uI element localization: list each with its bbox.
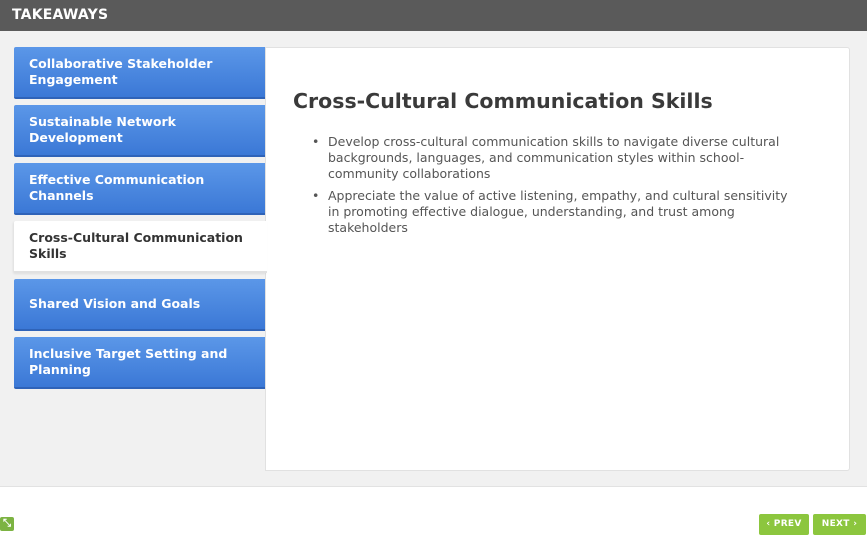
bullet-item: • Appreciate the value of active listeni…	[308, 188, 798, 236]
tab-list: Collaborative Stakeholder Engagement Sus…	[14, 47, 267, 395]
tab-label: Effective Communication Channels	[29, 172, 205, 203]
bullet-item: • Develop cross-cultural communication s…	[308, 134, 798, 182]
tab-label: Cross-Cultural Communication Skills	[29, 230, 243, 261]
bullet-text: Appreciate the value of active listening…	[328, 188, 788, 235]
tab-shared-vision-and-goals[interactable]: Shared Vision and Goals	[14, 279, 265, 331]
bullet-text: Develop cross-cultural communication ski…	[328, 134, 780, 181]
tab-label: Shared Vision and Goals	[29, 296, 201, 311]
page-header: TAKEAWAYS	[0, 0, 867, 31]
tab-sustainable-network-development[interactable]: Sustainable Network Development	[14, 105, 265, 157]
chevron-left-icon: ‹	[766, 519, 771, 529]
prev-button[interactable]: ‹ PREV	[759, 514, 809, 535]
tab-label: Collaborative Stakeholder Engagement	[29, 56, 213, 87]
tab-effective-communication-channels[interactable]: Effective Communication Channels	[14, 163, 265, 215]
bullet-icon: •	[312, 134, 320, 149]
next-label: NEXT	[821, 519, 850, 529]
tab-inclusive-target-setting-and-planning[interactable]: Inclusive Target Setting and Planning	[14, 337, 265, 389]
panel-title: Cross-Cultural Communication Skills	[293, 89, 713, 113]
tab-collaborative-stakeholder-engagement[interactable]: Collaborative Stakeholder Engagement	[14, 47, 265, 99]
content-stage: Collaborative Stakeholder Engagement Sus…	[0, 31, 867, 487]
tab-label: Sustainable Network Development	[29, 114, 176, 145]
bullet-list: • Develop cross-cultural communication s…	[308, 134, 798, 242]
bullet-icon: •	[312, 188, 320, 203]
expand-icon[interactable]: ⤡	[0, 517, 14, 531]
tab-label: Inclusive Target Setting and Planning	[29, 346, 228, 377]
next-button[interactable]: NEXT ›	[813, 514, 866, 535]
tab-cross-cultural-communication-skills[interactable]: Cross-Cultural Communication Skills	[14, 221, 267, 273]
header-title: TAKEAWAYS	[12, 7, 109, 23]
chevron-right-icon: ›	[853, 519, 858, 529]
content-panel: Cross-Cultural Communication Skills • De…	[265, 47, 850, 471]
prev-label: PREV	[773, 519, 802, 529]
